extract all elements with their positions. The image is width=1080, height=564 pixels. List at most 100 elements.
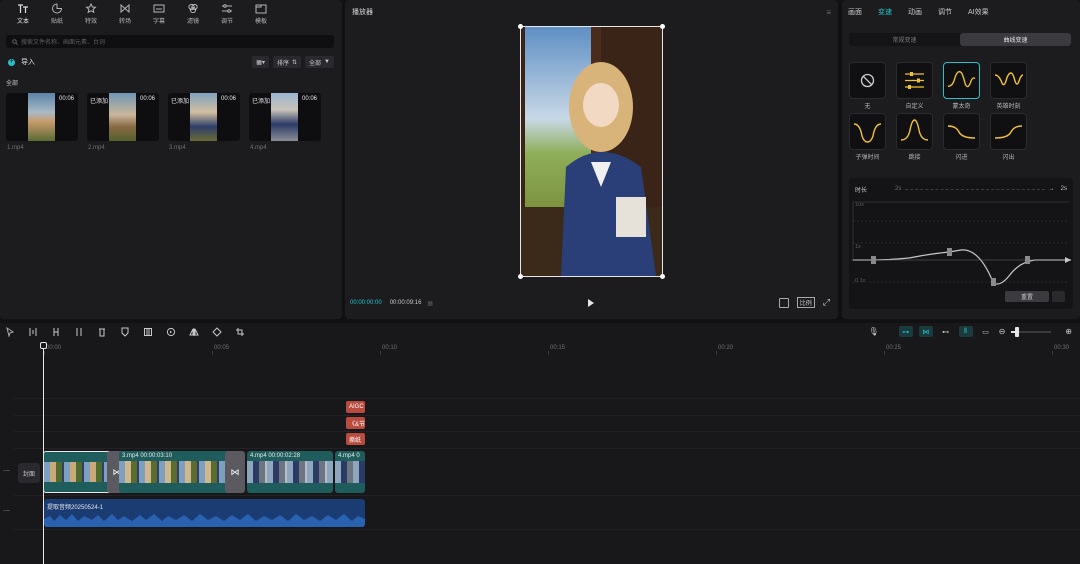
screenshot-icon[interactable] (778, 297, 789, 308)
media-thumbnail (271, 93, 298, 141)
split-icon[interactable] (27, 327, 39, 337)
tab-template[interactable]: 模板 (244, 0, 278, 25)
tab-filter[interactable]: 滤镜 (176, 0, 210, 25)
timeline-ruler[interactable]: 00:00 00:05 00:10 00:15 00:20 00:25 00:3… (0, 342, 1080, 355)
media-thumbnail (28, 93, 55, 141)
tab-effects[interactable]: 特效 (74, 0, 108, 25)
cursor-icon[interactable] (4, 327, 16, 337)
curve-speed-option[interactable]: 曲线变速 (960, 33, 1071, 46)
audio-clip[interactable]: 提取音频20250524-1 (44, 499, 365, 527)
extra-action-button[interactable] (1052, 291, 1065, 302)
tab-animation[interactable]: 动画 (908, 7, 938, 17)
tab-adjust[interactable]: 调节 (210, 0, 244, 25)
timeline-panel: 🎙 ⊶ ⋈ ⊷ ⫴ ▭ ⊖ ⊕ 00:00 00:05 00:10 00:15 … (0, 323, 1080, 564)
video-clip[interactable]: 3.mp4 00:00:03:10 (119, 451, 231, 493)
main-track-magnet-icon[interactable]: ⊶ (898, 326, 913, 337)
filter-button[interactable]: 全部 ▼ (305, 56, 334, 68)
preset-montage[interactable] (943, 62, 980, 99)
normal-speed-option[interactable]: 常规变速 (849, 33, 960, 46)
preset-custom[interactable] (896, 62, 933, 99)
import-button[interactable]: + 导入 (8, 57, 35, 67)
tab-transition[interactable]: 转场 (108, 0, 142, 25)
track-handle[interactable]: — (3, 467, 10, 474)
split-right-icon[interactable] (73, 327, 85, 337)
crop-icon[interactable] (234, 327, 246, 337)
playhead[interactable] (40, 342, 47, 564)
caption-icon[interactable]: ▭ (979, 326, 993, 337)
reset-button[interactable]: 重置 (1005, 291, 1049, 302)
transition-marker[interactable]: ⋈ (225, 451, 245, 493)
video-preview[interactable] (518, 24, 665, 279)
resize-handle[interactable] (660, 24, 665, 29)
rotate-icon[interactable] (211, 327, 223, 337)
speed-curve-editor[interactable]: 时长 2s → 2s 10x 0.1x 1x 重置 (849, 178, 1073, 309)
resize-handle[interactable] (518, 24, 523, 29)
zoom-out-icon[interactable]: ⊖ (999, 327, 1006, 336)
preset-none[interactable] (849, 62, 886, 99)
media-thumbnail (190, 93, 217, 141)
cover-button[interactable]: 封面 (18, 463, 40, 483)
split-left-icon[interactable] (50, 327, 62, 337)
adjust-icon (222, 4, 232, 13)
zoom-slider[interactable] (1011, 326, 1052, 337)
asset-toolbar: 文本 贴纸 特效 转场 字幕 滤镜 调节 模板 (0, 0, 342, 26)
tab-picture[interactable]: 画面 (848, 7, 878, 17)
preset-hero[interactable] (990, 62, 1027, 99)
bullet-curve-icon (853, 123, 882, 143)
tab-text[interactable]: 文本 (6, 0, 40, 25)
media-thumbnail (109, 93, 136, 141)
view-mode-button[interactable]: ▦▾ (252, 56, 269, 68)
none-icon (860, 73, 875, 88)
tab-ai-effects[interactable]: AI效果 (968, 7, 1008, 17)
timecode-grid-icon[interactable]: ▦ (427, 300, 433, 307)
freeze-frame-icon[interactable] (142, 327, 154, 337)
tab-speed[interactable]: 变速 (878, 7, 908, 17)
fullscreen-icon[interactable]: ⤢ (823, 297, 830, 308)
tab-sticker[interactable]: 贴纸 (40, 0, 74, 25)
player-title: 播放器 (352, 9, 373, 16)
clip-frames (119, 461, 231, 483)
marker-icon[interactable] (119, 327, 131, 337)
media-item-1[interactable]: 00:06 (6, 93, 78, 141)
play-button[interactable] (588, 299, 594, 307)
sort-icon: ⇅ (292, 59, 298, 66)
media-item-3[interactable]: 已添加 00:06 (168, 93, 240, 141)
linkage-icon[interactable]: ⊷ (939, 326, 953, 337)
text-clip[interactable]: 撕纸 (346, 433, 365, 445)
text-clip[interactable]: 《&节 (346, 417, 365, 429)
media-panel: 文本 贴纸 特效 转场 字幕 滤镜 调节 模板 搜索文件名称、画面元素、台词 +… (0, 0, 342, 319)
menu-icon[interactable]: ≡ (826, 8, 831, 17)
resize-handle[interactable] (518, 274, 523, 279)
text-clip[interactable]: AIGC (346, 401, 365, 413)
preset-jump-cut[interactable] (896, 113, 933, 150)
template-icon (255, 4, 267, 14)
video-clip[interactable]: 4.mp4 0 (335, 451, 365, 493)
media-item-4[interactable]: 已添加 00:06 (249, 93, 321, 141)
reverse-icon[interactable] (165, 327, 177, 337)
media-name: 3.mp4 (169, 145, 186, 151)
clip-label: 3.mp4 00:00:03:10 (122, 453, 173, 459)
microphone-icon[interactable]: 🎙 (868, 327, 878, 336)
preset-flash-in[interactable] (943, 113, 980, 150)
preview-axis-icon[interactable]: ⫴ (958, 326, 973, 337)
timeline-toolbar: 🎙 ⊶ ⋈ ⊷ ⫴ ▭ ⊖ ⊕ (0, 323, 1080, 341)
preset-bullet-time[interactable] (849, 113, 886, 150)
curve-point-handle (947, 248, 952, 256)
tab-subtitle[interactable]: 字幕 (142, 0, 176, 25)
track-handle[interactable]: — (3, 507, 10, 514)
video-clip[interactable]: 4.mp4 00:00:02:28 (247, 451, 333, 493)
mirror-icon[interactable] (188, 327, 200, 337)
tab-adjust[interactable]: 调节 (938, 7, 968, 17)
auto-snap-icon[interactable]: ⋈ (918, 326, 933, 337)
media-name: 1.mp4 (7, 145, 24, 151)
resize-handle[interactable] (660, 274, 665, 279)
zoom-in-icon[interactable]: ⊕ (1065, 327, 1072, 336)
delete-icon[interactable] (96, 327, 108, 337)
preview-frame-image (521, 27, 662, 276)
preset-flash-out[interactable] (990, 113, 1027, 150)
sort-button[interactable]: 排序 ⇅ (272, 56, 302, 68)
video-clip-selected[interactable] (43, 451, 117, 493)
media-item-2[interactable]: 已添加 00:06 (87, 93, 159, 141)
media-search-input[interactable]: 搜索文件名称、画面元素、台词 (6, 35, 334, 48)
aspect-ratio-button[interactable]: 比例 (796, 297, 815, 308)
